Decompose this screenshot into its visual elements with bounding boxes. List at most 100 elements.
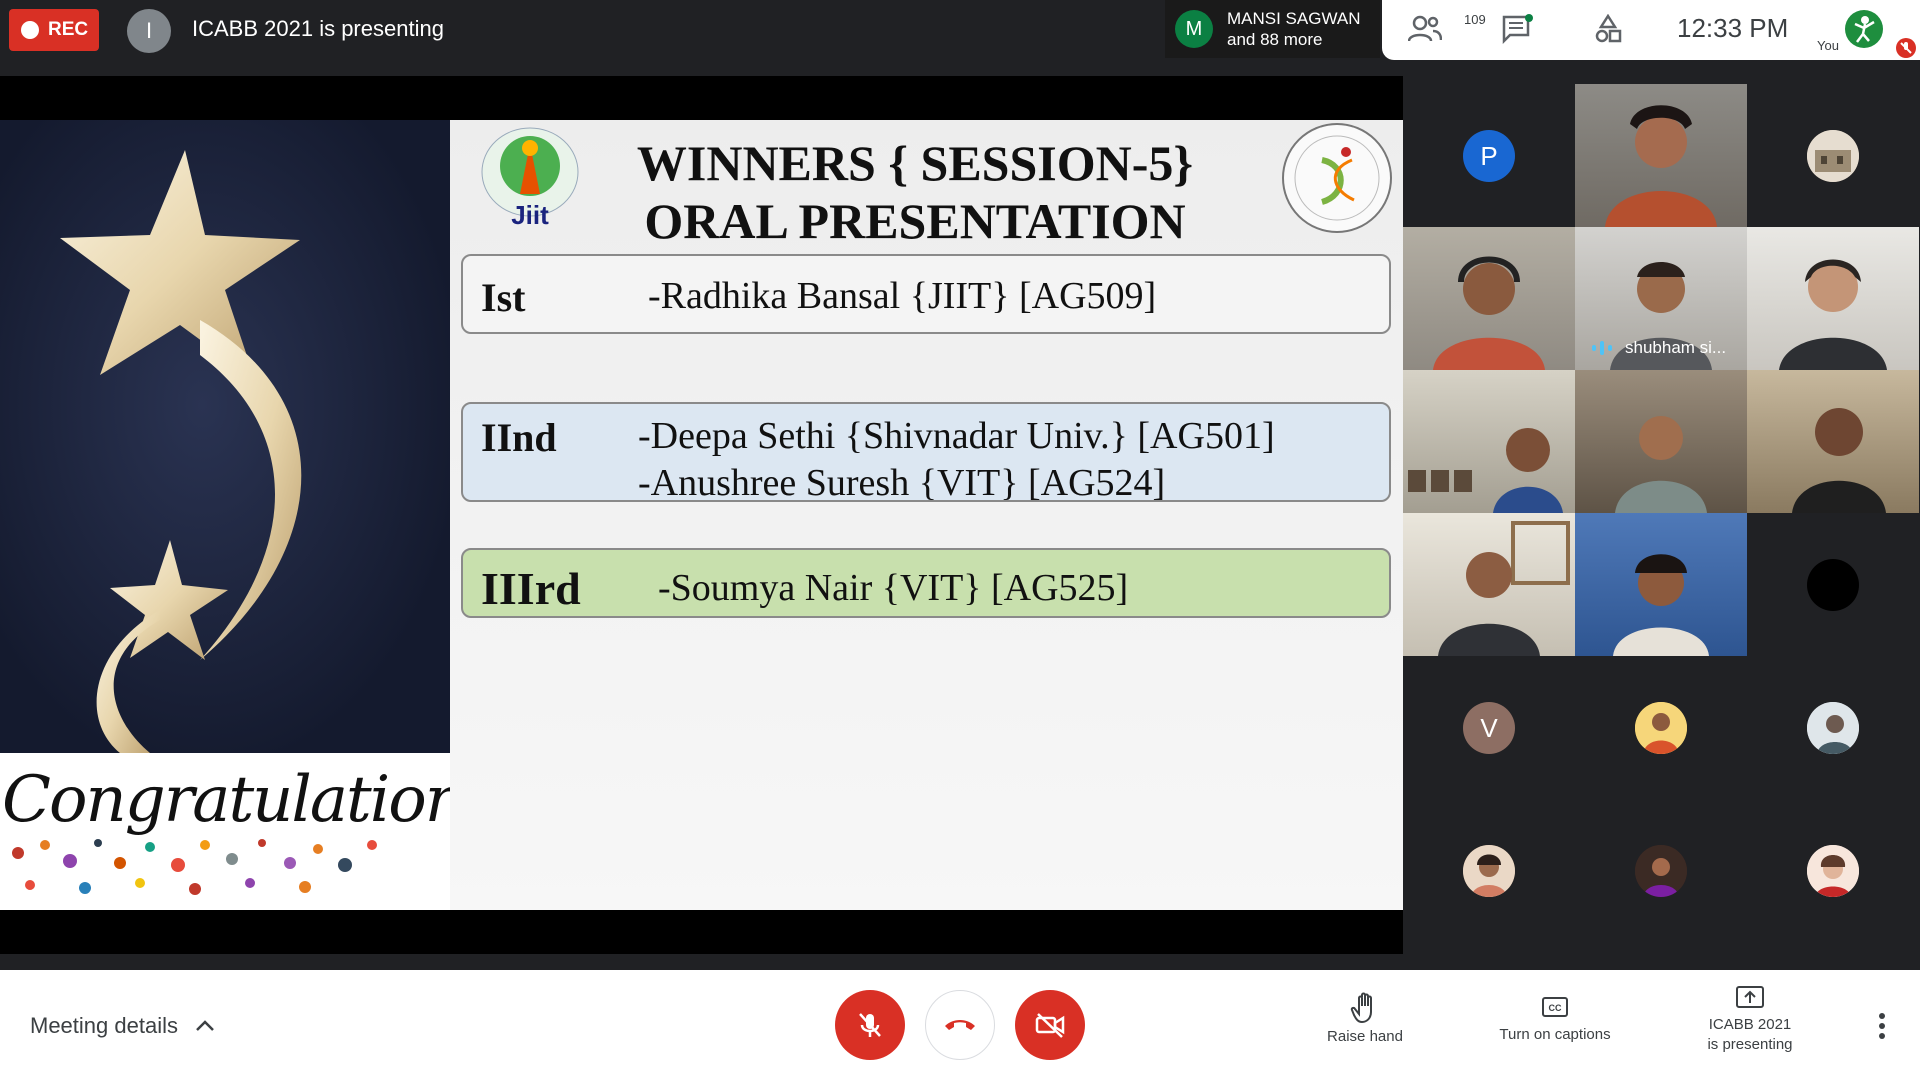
presenter-avatar: I bbox=[127, 9, 171, 53]
you-label: You bbox=[1817, 38, 1839, 53]
confetti-dots-icon bbox=[12, 839, 377, 895]
participant-video[interactable] bbox=[1747, 227, 1919, 370]
participant-avatar bbox=[1807, 702, 1859, 754]
participant-video[interactable] bbox=[1403, 227, 1575, 370]
self-mic-off-icon bbox=[1896, 38, 1916, 58]
raise-hand-button[interactable]: Raise hand bbox=[1315, 992, 1415, 1045]
profile-photo-icon bbox=[1807, 845, 1859, 897]
person-video-icon bbox=[1615, 416, 1707, 513]
participant-tile[interactable] bbox=[1747, 84, 1919, 227]
person-video-icon bbox=[1433, 256, 1545, 370]
people-button[interactable]: 109 bbox=[1407, 12, 1486, 49]
winner-name: -Radhika Bansal {JIIT} [AG509] bbox=[648, 275, 1157, 317]
meeting-details-label: Meeting details bbox=[30, 1013, 178, 1038]
winner-rank: Ist bbox=[481, 275, 526, 320]
winner-name: -Deepa Sethi {Shivnadar Univ.} [AG501] bbox=[638, 415, 1275, 457]
leave-call-button[interactable] bbox=[925, 990, 995, 1060]
chat-button[interactable] bbox=[1502, 14, 1534, 49]
slide-title-line1: WINNERS { SESSION-5} bbox=[636, 135, 1194, 191]
rec-label: REC bbox=[48, 19, 89, 40]
profile-photo-icon bbox=[1807, 702, 1859, 754]
building-photo-icon bbox=[1807, 130, 1859, 182]
top-bar: REC I ICABB 2021 is presenting M MANSI S… bbox=[0, 0, 1920, 76]
captions-label: Turn on captions bbox=[1499, 1026, 1611, 1043]
participant-avatar bbox=[1807, 845, 1859, 897]
presenting-title: ICABB 2021 is presenting bbox=[192, 16, 444, 41]
person-video-icon bbox=[1605, 105, 1717, 227]
presentation-stage: Congratulations Jiit WINNERS {SESSION-5… bbox=[0, 76, 1403, 954]
participant-video[interactable] bbox=[1403, 513, 1575, 656]
participant-video[interactable] bbox=[1575, 513, 1747, 656]
joined-avatar: M bbox=[1175, 10, 1213, 48]
closed-captions-icon: CC bbox=[1542, 997, 1568, 1017]
presenting-button[interactable]: ICABB 2021 is presenting bbox=[1680, 984, 1820, 1053]
participant-avatar: V bbox=[1463, 702, 1515, 754]
participant-tile[interactable] bbox=[1575, 656, 1747, 799]
person-video-icon bbox=[1408, 428, 1563, 513]
chevron-up-icon bbox=[196, 1020, 214, 1031]
participant-tile[interactable] bbox=[1403, 799, 1575, 942]
bottom-bar: Meeting details Raise hand CC Turn on ca… bbox=[0, 970, 1920, 1080]
recording-badge: REC bbox=[9, 9, 99, 51]
congratulations-banner: Congratulations bbox=[0, 753, 497, 910]
raise-hand-label: Raise hand bbox=[1327, 1028, 1403, 1045]
participant-tile[interactable] bbox=[1747, 513, 1919, 656]
participant-tile[interactable] bbox=[1747, 656, 1919, 799]
participant-avatar bbox=[1807, 559, 1859, 611]
profile-photo-icon bbox=[1463, 845, 1515, 897]
participant-tile[interactable] bbox=[1575, 799, 1747, 942]
participant-tile[interactable]: P bbox=[1403, 84, 1575, 227]
mic-off-icon bbox=[859, 1013, 881, 1037]
congratulations-text: Congratulations bbox=[2, 763, 497, 837]
presenting-label-line2: is presenting bbox=[1707, 1036, 1793, 1053]
winner-box-third: IIIrd -Soumya Nair {VIT} [AG525] bbox=[461, 548, 1391, 618]
participant-video[interactable] bbox=[1403, 370, 1575, 513]
shooting-star-icon bbox=[60, 150, 302, 753]
conference-logo bbox=[1262, 120, 1402, 235]
speaking-indicator-icon bbox=[1592, 341, 1612, 355]
self-avatar[interactable] bbox=[1845, 10, 1883, 48]
winner-rank: IIIrd bbox=[481, 563, 581, 614]
participant-avatar bbox=[1807, 130, 1859, 182]
participant-avatar bbox=[1635, 702, 1687, 754]
meeting-details-button[interactable]: Meeting details bbox=[30, 1013, 216, 1039]
joined-more: and 88 more bbox=[1227, 30, 1323, 49]
participant-video[interactable] bbox=[1747, 370, 1919, 513]
more-options-button[interactable] bbox=[1870, 1008, 1894, 1048]
profile-photo-icon bbox=[1635, 845, 1687, 897]
person-video-icon bbox=[1438, 521, 1570, 656]
participant-video-active-speaker[interactable]: shubham si... bbox=[1575, 227, 1747, 370]
winner-name: -Soumya Nair {VIT} [AG525] bbox=[658, 567, 1129, 609]
end-call-icon bbox=[945, 1020, 975, 1030]
dancer-figure-icon bbox=[1854, 16, 1875, 43]
joined-name: MANSI SAGWAN bbox=[1227, 9, 1361, 28]
join-notification[interactable]: M MANSI SAGWAN and 88 more bbox=[1165, 0, 1380, 58]
chat-icon bbox=[1502, 14, 1533, 45]
clock: 12:33 PM bbox=[1677, 13, 1789, 43]
camera-toggle-button[interactable] bbox=[1015, 990, 1085, 1060]
present-screen-icon bbox=[1736, 986, 1764, 1008]
presentation-slide: Congratulations Jiit WINNERS {SESSION-5… bbox=[0, 120, 1403, 910]
activities-icon bbox=[1595, 13, 1622, 43]
winner-box-first: Ist -Radhika Bansal {JIIT} [AG509] bbox=[461, 254, 1391, 334]
record-dot-icon bbox=[21, 21, 39, 39]
participant-video[interactable] bbox=[1575, 84, 1747, 227]
jiit-logo: Jiit bbox=[475, 124, 585, 234]
hand-icon bbox=[1350, 992, 1372, 1024]
participant-video[interactable] bbox=[1575, 370, 1747, 513]
participant-name: shubham si... bbox=[1625, 338, 1727, 357]
svg-text:Jiit: Jiit bbox=[511, 200, 549, 230]
profile-photo-icon bbox=[1635, 702, 1687, 754]
participant-tile[interactable]: V bbox=[1403, 656, 1575, 799]
slide-title-line2: ORAL PRESENTATION bbox=[644, 193, 1186, 249]
winner-box-second: IInd -Deepa Sethi {Shivnadar Univ.} [AG5… bbox=[461, 402, 1391, 504]
people-count: 109 bbox=[1464, 12, 1486, 27]
captions-button[interactable]: CC Turn on captions bbox=[1480, 992, 1630, 1043]
participant-tile[interactable] bbox=[1747, 799, 1919, 942]
participant-avatar: P bbox=[1463, 130, 1515, 182]
participant-avatar bbox=[1635, 845, 1687, 897]
microphone-toggle-button[interactable] bbox=[835, 990, 905, 1060]
winner-name: -Anushree Suresh {VIT} [AG524] bbox=[638, 462, 1166, 504]
activities-button[interactable] bbox=[1594, 13, 1622, 49]
camera-off-icon bbox=[1035, 1013, 1065, 1038]
